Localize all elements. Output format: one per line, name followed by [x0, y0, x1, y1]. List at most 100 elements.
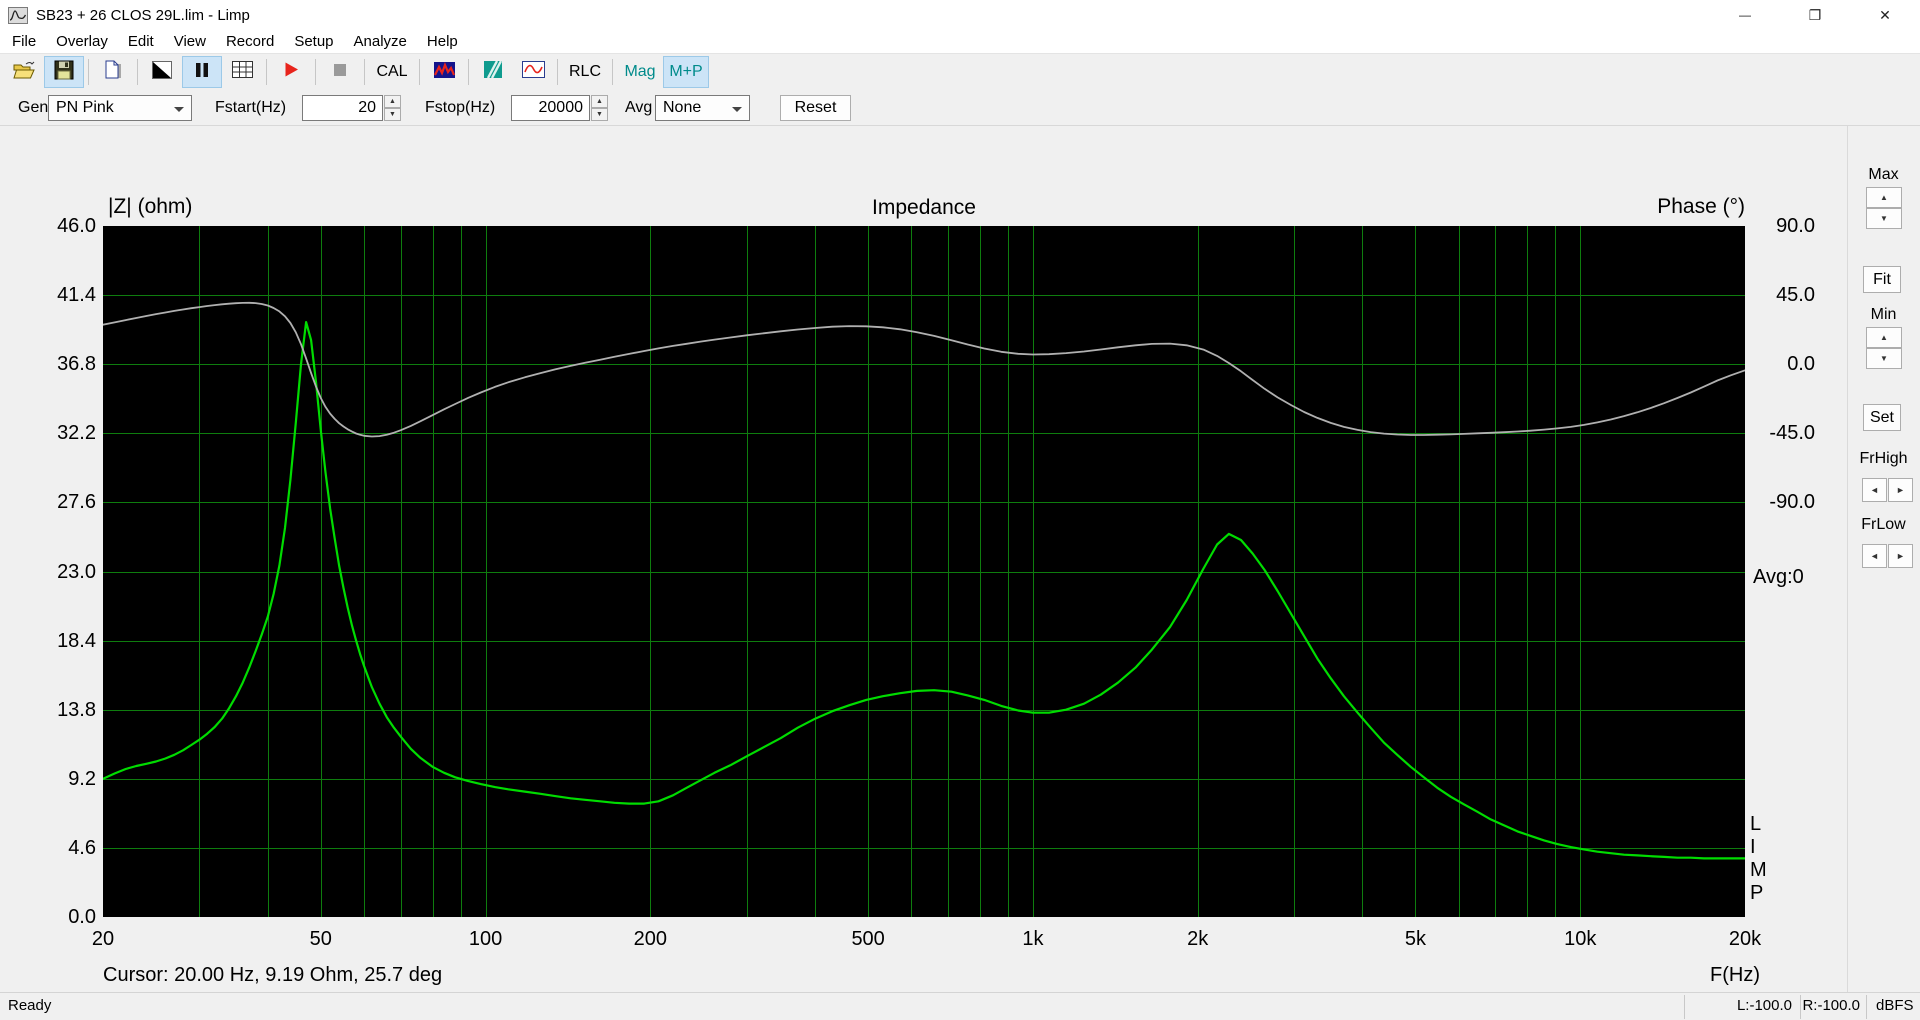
- fstop-input[interactable]: [511, 95, 590, 121]
- save-button[interactable]: [44, 56, 84, 88]
- status-left-level: L:-100.0: [1690, 997, 1792, 1014]
- impedance-plot[interactable]: [103, 226, 1745, 917]
- menu-item-view[interactable]: View: [164, 30, 216, 53]
- x-tick-label: 10k: [1564, 928, 1596, 951]
- menu-item-record[interactable]: Record: [216, 30, 284, 53]
- pause-button[interactable]: [182, 56, 222, 88]
- fstart-stepper[interactable]: ▲ ▼: [384, 95, 401, 121]
- right-tick-label: -90.0: [1753, 491, 1815, 513]
- toolbar-separator: [419, 59, 420, 85]
- x-tick-label: 200: [634, 928, 667, 951]
- chevron-down-icon: [732, 107, 742, 112]
- fstop-stepper[interactable]: ▲ ▼: [591, 95, 608, 121]
- toolbar-separator: [315, 59, 316, 85]
- impedance-curve: [103, 322, 1745, 858]
- spin-down-icon[interactable]: ▼: [384, 108, 401, 121]
- menu-item-analyze[interactable]: Analyze: [344, 30, 417, 53]
- spectrum-icon: [434, 62, 455, 83]
- status-ready: Ready: [8, 997, 51, 1014]
- spin-up-icon[interactable]: ▲: [591, 95, 608, 108]
- signal-button[interactable]: [513, 56, 553, 88]
- gen-label: Gen: [18, 90, 48, 126]
- right-arrow-icon: ►: [1896, 485, 1905, 495]
- left-arrow-icon: ◄: [1870, 551, 1879, 561]
- fstart-label: Fstart(Hz): [215, 90, 286, 126]
- left-tick-label: 46.0: [28, 215, 96, 237]
- mag-button[interactable]: Mag: [617, 56, 663, 88]
- watermark-letter: L: [1750, 813, 1767, 836]
- avg-value: None: [663, 99, 701, 117]
- frhigh-left-button[interactable]: ◄: [1862, 478, 1887, 502]
- left-tick-label: 9.2: [28, 768, 96, 790]
- min-down-button[interactable]: ▼: [1866, 348, 1902, 369]
- toolbar-separator: [266, 59, 267, 85]
- left-tick-label: 41.4: [28, 284, 96, 306]
- rlc-button[interactable]: RLC: [562, 56, 608, 88]
- right-tick-label: -45.0: [1753, 422, 1815, 444]
- up-arrow-icon: ▲: [1880, 333, 1888, 342]
- reset-button[interactable]: Reset: [780, 95, 851, 121]
- fstop-label: Fstop(Hz): [425, 90, 495, 126]
- table-grid-icon: [232, 61, 253, 83]
- x-tick-label: 20: [92, 928, 114, 951]
- left-tick-label: 18.4: [28, 630, 96, 652]
- avg-select[interactable]: None: [655, 95, 750, 121]
- minimize-button[interactable]: —: [1710, 0, 1780, 30]
- menu-item-help[interactable]: Help: [417, 30, 468, 53]
- menu-item-file[interactable]: File: [2, 30, 46, 53]
- min-up-button[interactable]: ▲: [1866, 327, 1902, 348]
- table-view-button[interactable]: [222, 56, 262, 88]
- right-axis-title: Phase (°): [1500, 195, 1745, 219]
- app-icon: [8, 7, 28, 24]
- max-down-button[interactable]: ▼: [1866, 208, 1902, 229]
- cal-button[interactable]: CAL: [369, 56, 415, 88]
- pause-icon: [195, 62, 209, 83]
- set-button[interactable]: Set: [1863, 404, 1901, 431]
- right-tick-label: 45.0: [1753, 284, 1815, 306]
- play-icon: [283, 61, 300, 83]
- set-button-label: Set: [1870, 409, 1894, 427]
- title-bar: SB23 + 26 CLOS 29L.lim - Limp —❐✕: [0, 0, 1920, 30]
- menu-item-overlay[interactable]: Overlay: [46, 30, 118, 53]
- stop-button[interactable]: [320, 56, 360, 88]
- frhigh-right-button[interactable]: ►: [1888, 478, 1913, 502]
- spectrum-button[interactable]: [424, 56, 464, 88]
- sine-icon: [522, 61, 545, 83]
- menu-item-edit[interactable]: Edit: [118, 30, 164, 53]
- fit-button[interactable]: Fit: [1863, 266, 1901, 293]
- status-separator: [1684, 995, 1685, 1019]
- mp-button[interactable]: M+P: [663, 56, 709, 88]
- status-separator: [1866, 995, 1867, 1019]
- fstart-input[interactable]: [302, 95, 383, 121]
- overlay-button[interactable]: [473, 56, 513, 88]
- frlow-label: FrLow: [1847, 516, 1920, 534]
- frlow-right-button[interactable]: ►: [1888, 544, 1913, 568]
- spin-down-icon[interactable]: ▼: [591, 108, 608, 121]
- generator-select[interactable]: PN Pink: [48, 95, 192, 121]
- restore-button[interactable]: ❐: [1780, 0, 1850, 30]
- max-up-button[interactable]: ▲: [1866, 187, 1902, 208]
- left-tick-label: 27.6: [28, 491, 96, 513]
- x-tick-label: 20k: [1729, 928, 1761, 951]
- spin-up-icon[interactable]: ▲: [384, 95, 401, 108]
- left-tick-label: 0.0: [28, 906, 96, 928]
- left-arrow-icon: ◄: [1870, 485, 1879, 495]
- frlow-left-button[interactable]: ◄: [1862, 544, 1887, 568]
- bw-background-button[interactable]: [142, 56, 182, 88]
- fit-button-label: Fit: [1873, 271, 1891, 289]
- copy-button[interactable]: [93, 56, 133, 88]
- record-button[interactable]: [271, 56, 311, 88]
- frhigh-label: FrHigh: [1847, 450, 1920, 468]
- cursor-readout: Cursor: 20.00 Hz, 9.19 Ohm, 25.7 deg: [103, 964, 442, 987]
- status-right-level: R:-100.0: [1796, 997, 1860, 1014]
- folder-open-icon: [13, 61, 35, 84]
- max-label: Max: [1847, 166, 1920, 184]
- floppy-icon: [54, 60, 74, 85]
- phase-curve: [103, 303, 1745, 437]
- window-controls: —❐✕: [1710, 0, 1920, 30]
- window-title: SB23 + 26 CLOS 29L.lim - Limp: [36, 7, 250, 24]
- open-button[interactable]: [4, 56, 44, 88]
- min-label: Min: [1847, 306, 1920, 324]
- close-button[interactable]: ✕: [1850, 0, 1920, 30]
- menu-item-setup[interactable]: Setup: [284, 30, 343, 53]
